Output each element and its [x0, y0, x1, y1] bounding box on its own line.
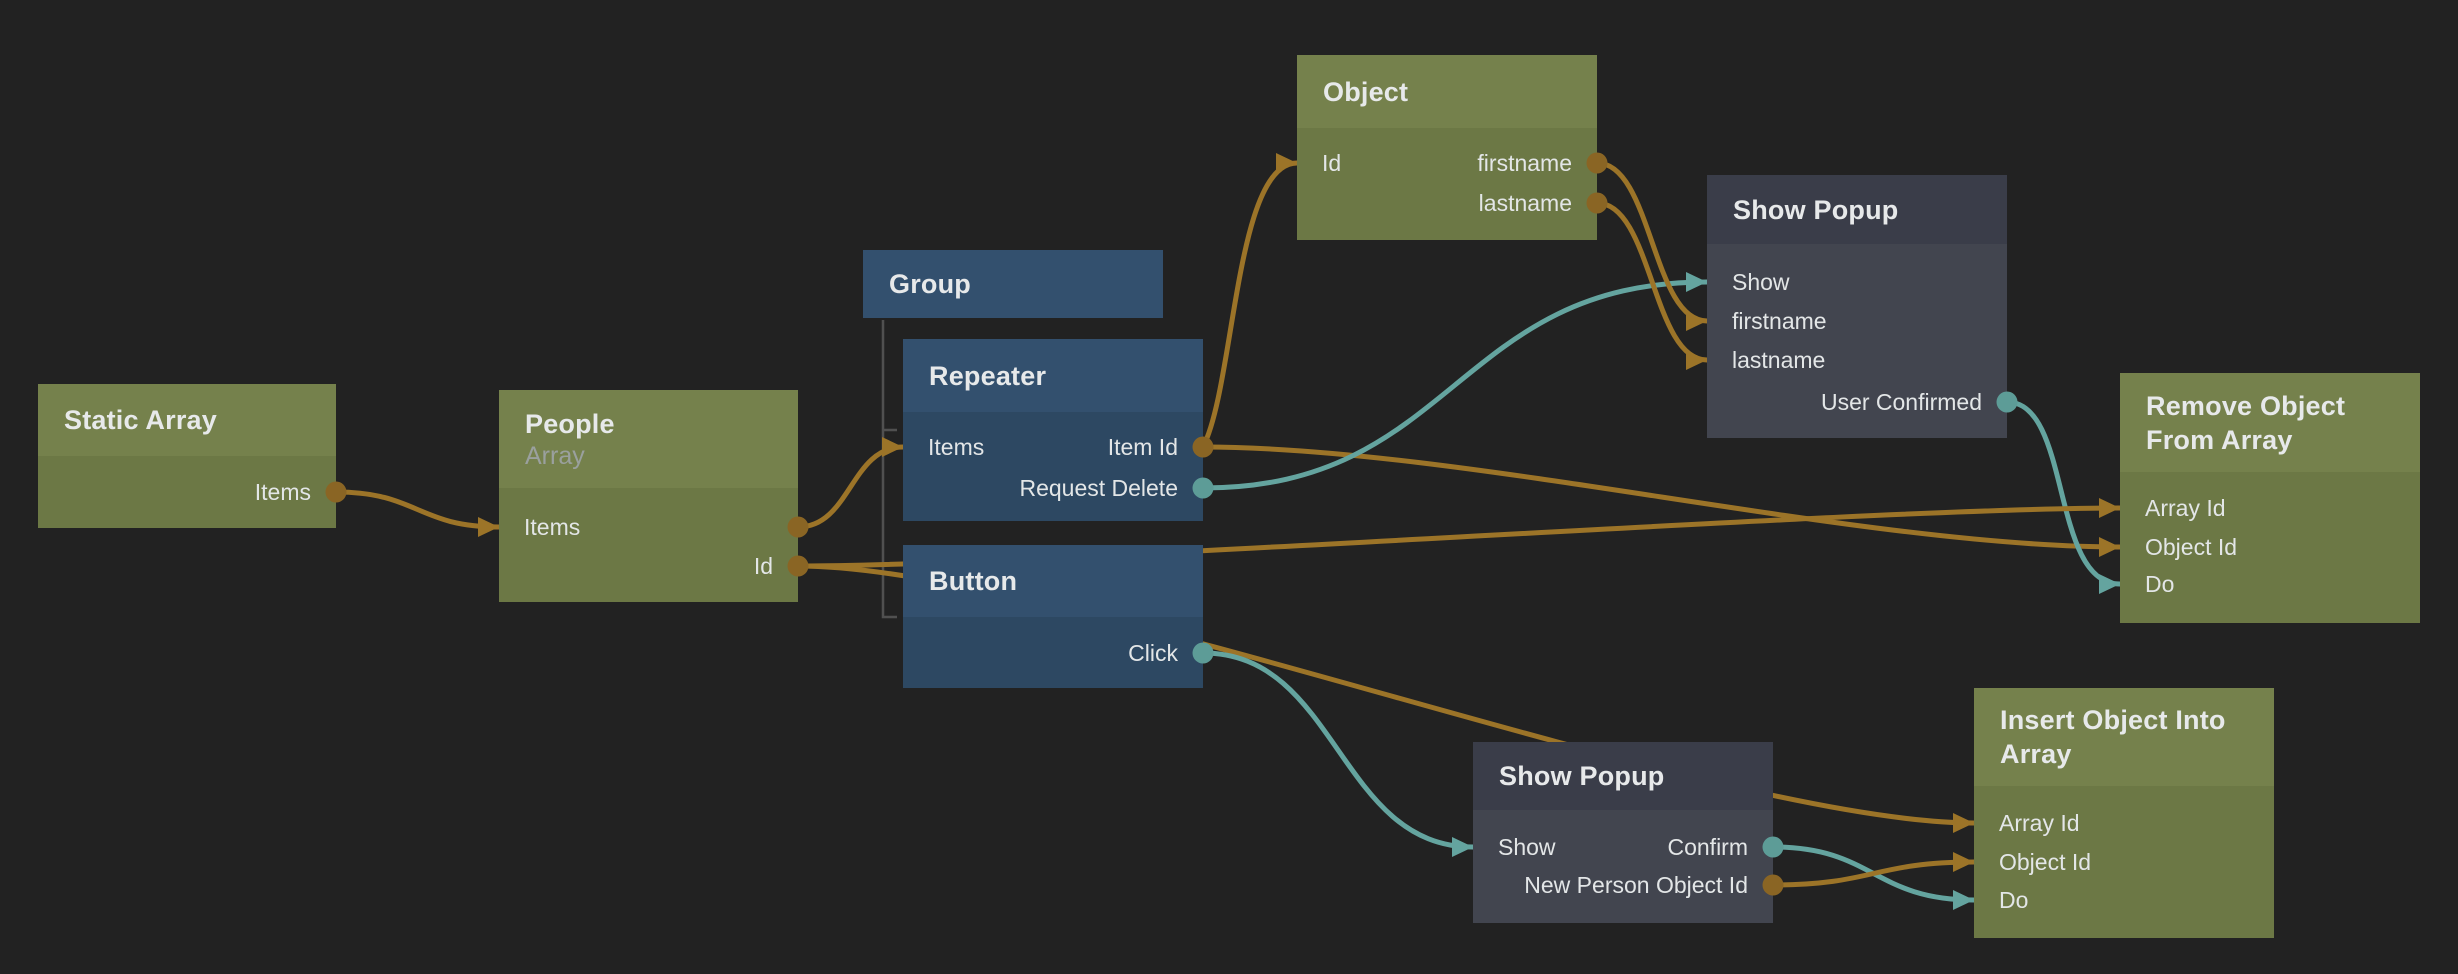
input-port-arrow-icon-insert-object-into-array-array-id[interactable]: [1953, 813, 1974, 833]
input-port-arrow-icon-people-items[interactable]: [478, 517, 499, 537]
output-port-show-popup-2-confirm[interactable]: [1763, 837, 1784, 858]
port-layer: [0, 0, 2458, 974]
input-port-arrow-icon-object-id[interactable]: [1276, 153, 1297, 173]
output-port-object-firstname[interactable]: [1587, 153, 1608, 174]
input-port-arrow-icon-remove-object-from-array-array-id[interactable]: [2099, 498, 2120, 518]
node-graph-canvas[interactable]: Static ArrayItemsPeopleArrayItemsIdGroup…: [0, 0, 2458, 974]
output-port-show-popup-2-new-person-object-id[interactable]: [1763, 875, 1784, 896]
input-port-arrow-icon-remove-object-from-array-do[interactable]: [2099, 574, 2120, 594]
output-port-repeater-item-id[interactable]: [1193, 437, 1214, 458]
output-port-people-port[interactable]: [788, 517, 809, 538]
input-port-arrow-icon-insert-object-into-array-do[interactable]: [1953, 890, 1974, 910]
input-port-arrow-icon-repeater-items[interactable]: [882, 437, 903, 457]
output-port-repeater-request-delete[interactable]: [1193, 478, 1214, 499]
input-port-arrow-icon-insert-object-into-array-object-id[interactable]: [1953, 852, 1974, 872]
input-port-arrow-icon-show-popup-1-firstname[interactable]: [1686, 311, 1707, 331]
input-port-arrow-icon-show-popup-1-lastname[interactable]: [1686, 350, 1707, 370]
output-port-button-click[interactable]: [1193, 643, 1214, 664]
input-port-arrow-icon-show-popup-2-show[interactable]: [1452, 837, 1473, 857]
input-port-arrow-icon-remove-object-from-array-object-id[interactable]: [2099, 537, 2120, 557]
output-port-object-lastname[interactable]: [1587, 193, 1608, 214]
input-port-arrow-icon-show-popup-1-show[interactable]: [1686, 272, 1707, 292]
output-port-static-array-items[interactable]: [326, 482, 347, 503]
output-port-people-id[interactable]: [788, 556, 809, 577]
output-port-show-popup-1-user-confirmed[interactable]: [1997, 392, 2018, 413]
